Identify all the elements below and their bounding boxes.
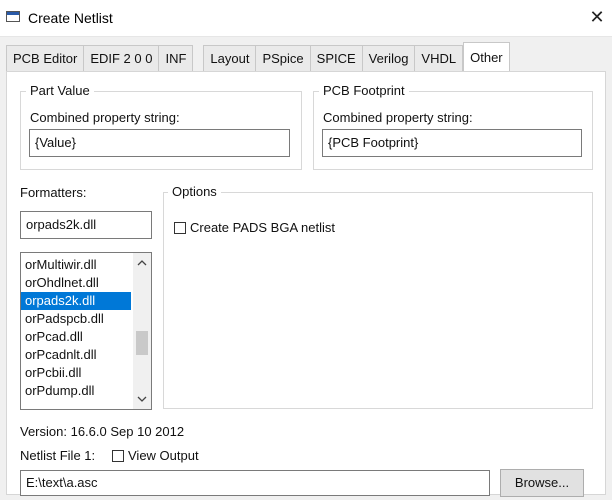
- tab-inf[interactable]: INF: [159, 45, 194, 72]
- scroll-thumb[interactable]: [136, 331, 148, 355]
- formatters-selected-field[interactable]: orpads2k.dll: [20, 211, 152, 239]
- list-item[interactable]: orPadspcb.dll: [21, 310, 131, 328]
- browse-button[interactable]: Browse...: [500, 469, 584, 497]
- list-item[interactable]: orPdump.dll: [21, 382, 131, 400]
- version-text: Version: 16.6.0 Sep 10 2012: [20, 424, 185, 439]
- chevron-up-icon[interactable]: [133, 255, 151, 272]
- tab-spice[interactable]: SPICE: [310, 45, 363, 72]
- part-value-input[interactable]: {Value}: [29, 129, 290, 157]
- tab-spacer: [193, 44, 203, 71]
- formatters-list[interactable]: orMultiwir.dll orOhdlnet.dll orpads2k.dl…: [20, 252, 152, 410]
- view-output-checkbox[interactable]: [112, 450, 124, 462]
- pcb-footprint-input[interactable]: {PCB Footprint}: [322, 129, 582, 157]
- list-item[interactable]: orPcadnlt.dll: [21, 346, 131, 364]
- tab-verilog[interactable]: Verilog: [362, 45, 416, 72]
- tab-edif[interactable]: EDIF 2 0 0: [84, 45, 160, 72]
- tab-layout[interactable]: Layout: [203, 45, 257, 72]
- pcb-footprint-label: Combined property string:: [323, 110, 473, 125]
- part-value-legend: Part Value: [26, 83, 94, 98]
- netlist-file-label: Netlist File 1:: [20, 448, 96, 463]
- netlist-window-icon: [6, 11, 20, 22]
- list-item[interactable]: orOhdlnet.dll: [21, 274, 131, 292]
- tab-pcb-editor[interactable]: PCB Editor: [6, 45, 85, 72]
- formatters-label: Formatters:: [20, 185, 87, 200]
- list-item[interactable]: orPcbii.dll: [21, 364, 131, 382]
- tab-other[interactable]: Other: [463, 42, 510, 71]
- pads-bga-checkbox[interactable]: [174, 222, 186, 234]
- netlist-file-path-input[interactable]: E:\text\a.asc: [20, 470, 490, 496]
- formatters-scrollbar[interactable]: [133, 253, 151, 409]
- list-item[interactable]: orPcad.dll: [21, 328, 131, 346]
- chevron-down-icon[interactable]: [133, 391, 151, 408]
- pads-bga-label[interactable]: Create PADS BGA netlist: [190, 220, 335, 235]
- formatters-list-items: orMultiwir.dll orOhdlnet.dll orpads2k.dl…: [21, 256, 131, 400]
- part-value-label: Combined property string:: [30, 110, 180, 125]
- close-icon[interactable]: ✕: [586, 6, 608, 28]
- tab-pspice[interactable]: PSpice: [256, 45, 311, 72]
- title-bar: Create Netlist ✕: [0, 0, 612, 37]
- list-item[interactable]: orMultiwir.dll: [21, 256, 131, 274]
- pcb-footprint-legend: PCB Footprint: [319, 83, 409, 98]
- view-output-label[interactable]: View Output: [128, 448, 199, 463]
- tab-strip: PCB Editor EDIF 2 0 0 INF Layout PSpice …: [6, 42, 510, 72]
- list-item-selected[interactable]: orpads2k.dll: [21, 292, 131, 310]
- window-title: Create Netlist: [28, 10, 113, 26]
- tab-vhdl[interactable]: VHDL: [415, 45, 464, 72]
- options-legend: Options: [168, 184, 221, 199]
